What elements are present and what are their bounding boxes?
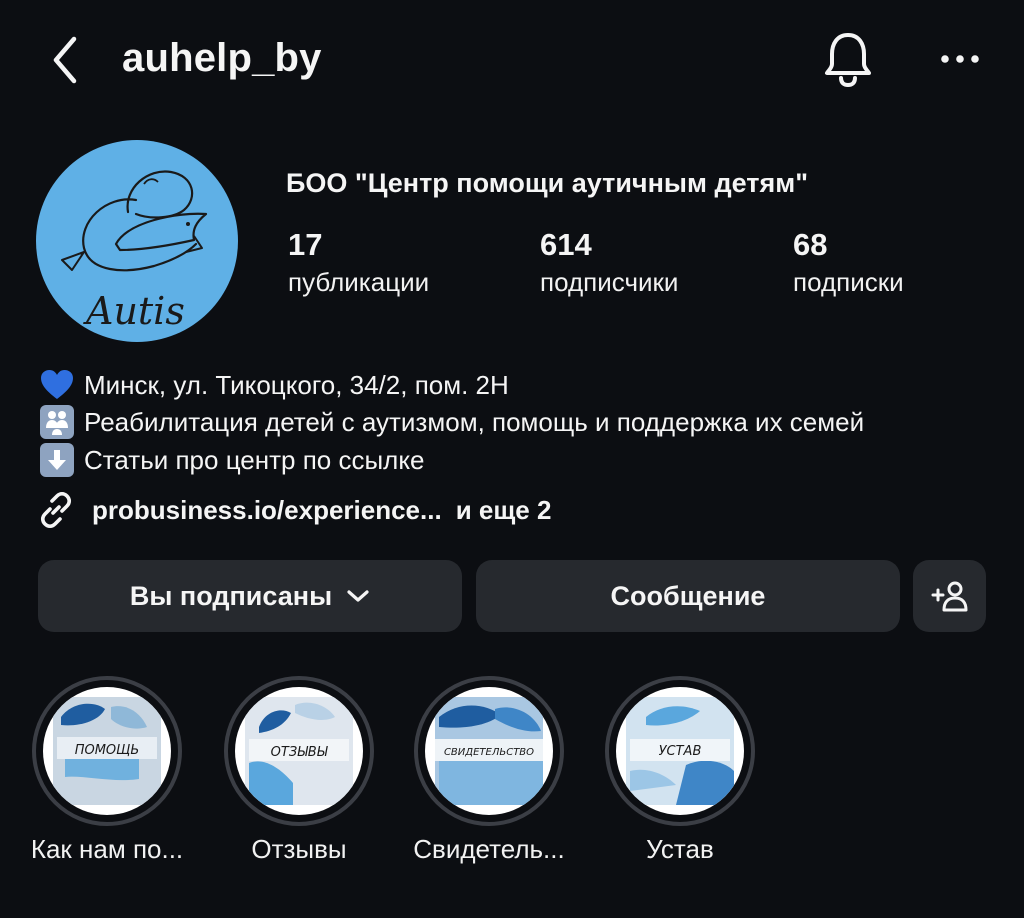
highlight-charter[interactable]: УСТАВ bbox=[605, 676, 755, 826]
bell-icon bbox=[825, 33, 871, 88]
bio-line-description: Реабилитация детей с аутизмом, помощь и … bbox=[40, 405, 864, 439]
stat-posts-label: публикации bbox=[288, 267, 430, 297]
bio-line-articles: Статьи про центр по ссылке bbox=[40, 443, 424, 477]
highlight-charter-cover-text: УСТАВ bbox=[659, 744, 702, 759]
bio-description-text: Реабилитация детей с аутизмом, помощь и … bbox=[84, 406, 865, 437]
stat-posts[interactable]: 17 публикации bbox=[288, 226, 429, 300]
highlight-help-cover-text: ПОМОЩЬ bbox=[75, 743, 140, 758]
avatar-fish-drawing: Autis bbox=[61, 170, 208, 333]
chevron-left-icon bbox=[53, 36, 77, 84]
highlight-reviews-cover: ОТЗЫВЫ bbox=[235, 687, 363, 815]
message-button[interactable]: Сообщение bbox=[476, 560, 900, 632]
following-button-label: Вы подписаны bbox=[129, 580, 333, 611]
highlight-charter-label: Устав bbox=[646, 834, 714, 864]
add-user-button[interactable] bbox=[913, 560, 986, 632]
stat-following[interactable]: 68 подписки bbox=[793, 226, 904, 300]
notifications-button[interactable] bbox=[818, 28, 878, 90]
highlight-reviews-label: Отзывы bbox=[251, 834, 347, 864]
highlight-help[interactable]: ПОМОЩЬ bbox=[32, 676, 182, 826]
stat-following-label: подписки bbox=[793, 267, 904, 297]
stat-followers-value: 614 bbox=[540, 227, 592, 262]
back-button[interactable] bbox=[40, 30, 90, 90]
bio-link-more: и еще 2 bbox=[455, 494, 552, 525]
avatar-text: Autis bbox=[83, 289, 185, 333]
stat-followers[interactable]: 614 подписчики bbox=[540, 226, 678, 300]
profile-avatar[interactable]: Autis bbox=[36, 140, 238, 342]
chevron-down-icon bbox=[347, 590, 369, 602]
stat-followers-label: подписчики bbox=[540, 267, 679, 297]
highlight-help-cover: ПОМОЩЬ bbox=[43, 687, 171, 815]
stat-following-value: 68 bbox=[793, 227, 828, 262]
following-button[interactable]: Вы подписаны bbox=[38, 560, 462, 632]
highlight-charter-cover: УСТАВ bbox=[616, 687, 744, 815]
link-icon bbox=[40, 491, 72, 529]
highlight-certificate-label: Свидетель... bbox=[413, 834, 565, 864]
highlight-certificate[interactable]: СВИДЕТЕЛЬСТВО bbox=[414, 676, 564, 826]
add-user-icon bbox=[931, 581, 967, 612]
down-arrow-icon bbox=[40, 443, 74, 477]
bio-line-address: Минск, ул. Тикоцкого, 34/2, пом. 2Н bbox=[40, 368, 509, 402]
bio-link[interactable]: probusiness.io/experience... и еще 2 bbox=[36, 490, 551, 530]
highlight-certificate-cover-text: СВИДЕТЕЛЬСТВО bbox=[444, 747, 534, 758]
family-icon bbox=[40, 405, 74, 439]
more-options-button[interactable] bbox=[930, 36, 990, 82]
blue-heart-icon bbox=[40, 368, 74, 402]
bio-articles-text: Статьи про центр по ссылке bbox=[84, 444, 425, 475]
message-button-label: Сообщение bbox=[610, 580, 766, 611]
highlight-help-label: Как нам по... bbox=[30, 834, 184, 864]
profile-username: auhelp_by bbox=[122, 36, 322, 80]
highlight-reviews-cover-text: ОТЗЫВЫ bbox=[271, 745, 329, 760]
highlight-reviews[interactable]: ОТЗЫВЫ bbox=[224, 676, 374, 826]
stat-posts-value: 17 bbox=[288, 227, 323, 262]
bio-link-text: probusiness.io/experience... bbox=[92, 494, 442, 525]
bio-address-text: Минск, ул. Тикоцкого, 34/2, пом. 2Н bbox=[84, 369, 509, 400]
profile-full-name: БОО "Центр помощи аутичным детям" bbox=[286, 168, 808, 198]
more-horizontal-icon bbox=[941, 55, 979, 63]
highlight-certificate-cover: СВИДЕТЕЛЬСТВО bbox=[425, 687, 553, 815]
